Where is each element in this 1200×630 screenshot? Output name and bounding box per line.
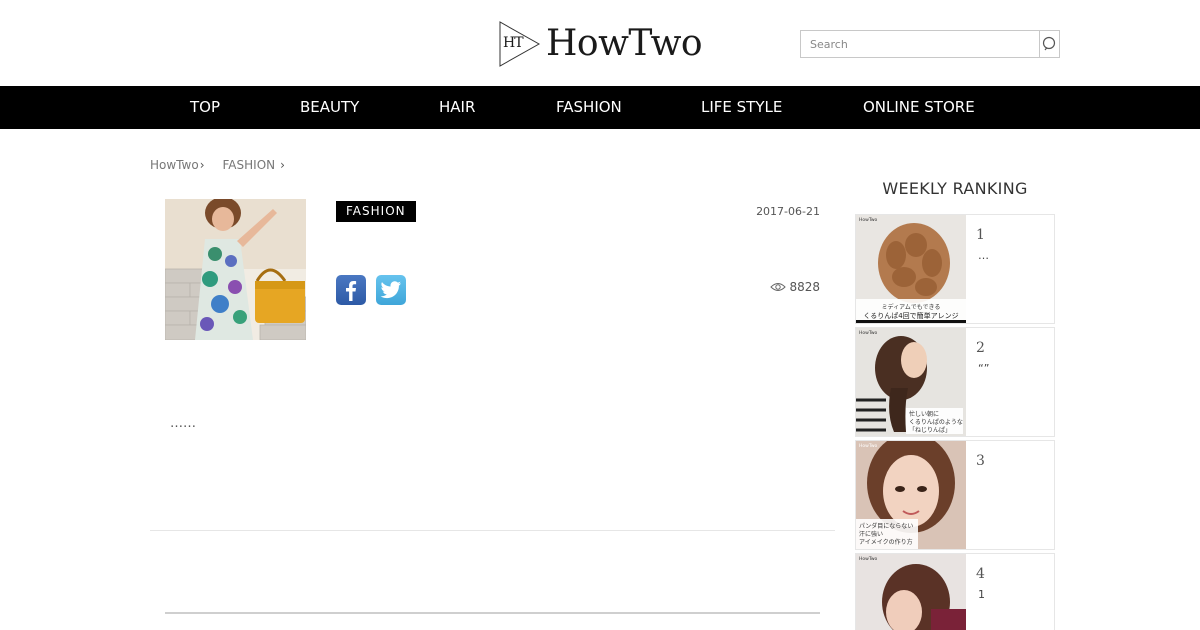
ranking-number: 4 (976, 566, 985, 582)
breadcrumb-separator: › (199, 158, 205, 172)
facebook-icon (346, 281, 357, 301)
breadcrumb-fashion[interactable]: FASHION (223, 158, 276, 172)
ranking-item[interactable]: 忙しい朝に くるりんぱのような 「ねじりんぱ」 HowTwo 2 “” (855, 327, 1055, 437)
main-nav: TOP BEAUTY HAIR FASHION LIFE STYLE ONLIN… (0, 86, 1200, 129)
logo-mark-letters: HT (503, 35, 524, 51)
ranking-thumb-caption: ミディアムでもできる (882, 303, 941, 311)
ranking-number: 1 (976, 227, 985, 243)
nav-item-top[interactable]: TOP (190, 86, 220, 129)
category-badge[interactable]: FASHION (336, 201, 416, 222)
ranking-thumb-caption: くるりんぱのような (909, 419, 963, 426)
publish-date: 2017-06-21 (756, 205, 820, 218)
ranking-thumbnail[interactable]: パンダ目にならない 汗に強い アイメイクの作り方 HowTwo (856, 441, 966, 549)
ranking-thumb-caption: 汗に強い (859, 530, 883, 538)
ranking-number: 2 (976, 340, 985, 356)
ranking-thumb-brand: HowTwo (859, 330, 878, 336)
ranking-thumbnail[interactable]: HowTwo (856, 554, 966, 630)
weekly-ranking-title: WEEKLY RANKING (882, 179, 1028, 198)
search-icon (1042, 36, 1055, 51)
ranking-item-title[interactable]: 1 (978, 588, 985, 601)
article-excerpt: …… (170, 416, 196, 431)
ranking-thumb-brand: HowTwo (859, 556, 878, 562)
search-input[interactable] (800, 30, 1039, 58)
ranking-item[interactable]: パンダ目にならない 汗に強い アイメイクの作り方 HowTwo 3 (855, 440, 1055, 550)
ranking-thumb-brand: HowTwo (859, 443, 878, 449)
divider (150, 530, 835, 531)
facebook-share-button[interactable] (336, 275, 366, 305)
ranking-item[interactable]: ミディアムでもできる くるりんぱ4回で簡単アレンジ HowTwo 1 … (855, 214, 1055, 324)
ranking-thumbnail[interactable]: ミディアムでもできる くるりんぱ4回で簡単アレンジ HowTwo (856, 215, 966, 323)
twitter-icon (380, 281, 401, 299)
nav-item-fashion[interactable]: FASHION (556, 86, 622, 129)
ranking-thumb-caption: アイメイクの作り方 (859, 538, 913, 546)
ranking-thumb-caption: 忙しい朝に (909, 410, 939, 418)
twitter-share-button[interactable] (376, 275, 406, 305)
breadcrumb-separator: › (280, 158, 285, 172)
ranking-thumb-caption: 「ねじりんぱ」 (909, 427, 951, 434)
ranking-thumb-brand: HowTwo (859, 217, 878, 223)
site-logo[interactable]: HT HowTwo (499, 20, 704, 68)
eye-icon (770, 283, 787, 291)
divider (165, 612, 820, 614)
logo-mark-icon: HT (499, 21, 541, 67)
article-thumbnail[interactable] (165, 199, 306, 340)
search-bar (800, 30, 1060, 58)
nav-item-beauty[interactable]: BEAUTY (300, 86, 359, 129)
breadcrumb-home[interactable]: HowTwo (150, 158, 199, 172)
breadcrumb: HowTwo › FASHION › (150, 158, 285, 172)
site-header: HT HowTwo (0, 0, 1200, 86)
ranking-number: 3 (976, 453, 985, 469)
logo-wordmark: HowTwo (546, 23, 703, 64)
ranking-item-title[interactable]: “” (978, 362, 989, 375)
ranking-thumbnail[interactable]: 忙しい朝に くるりんぱのような 「ねじりんぱ」 HowTwo (856, 328, 966, 436)
view-count: 8828 (760, 280, 820, 294)
ranking-item[interactable]: HowTwo 4 1 (855, 553, 1055, 630)
ranking-thumb-caption: パンダ目にならない (859, 522, 913, 530)
ranking-thumb-caption: くるりんぱ4回で簡単アレンジ (863, 311, 958, 320)
nav-item-hair[interactable]: HAIR (439, 86, 475, 129)
search-button[interactable] (1039, 30, 1060, 58)
view-count-value: 8828 (789, 280, 820, 294)
nav-item-online-store[interactable]: ONLINE STORE (863, 86, 975, 129)
ranking-item-title[interactable]: … (978, 249, 989, 262)
nav-item-life-style[interactable]: LIFE STYLE (701, 86, 782, 129)
